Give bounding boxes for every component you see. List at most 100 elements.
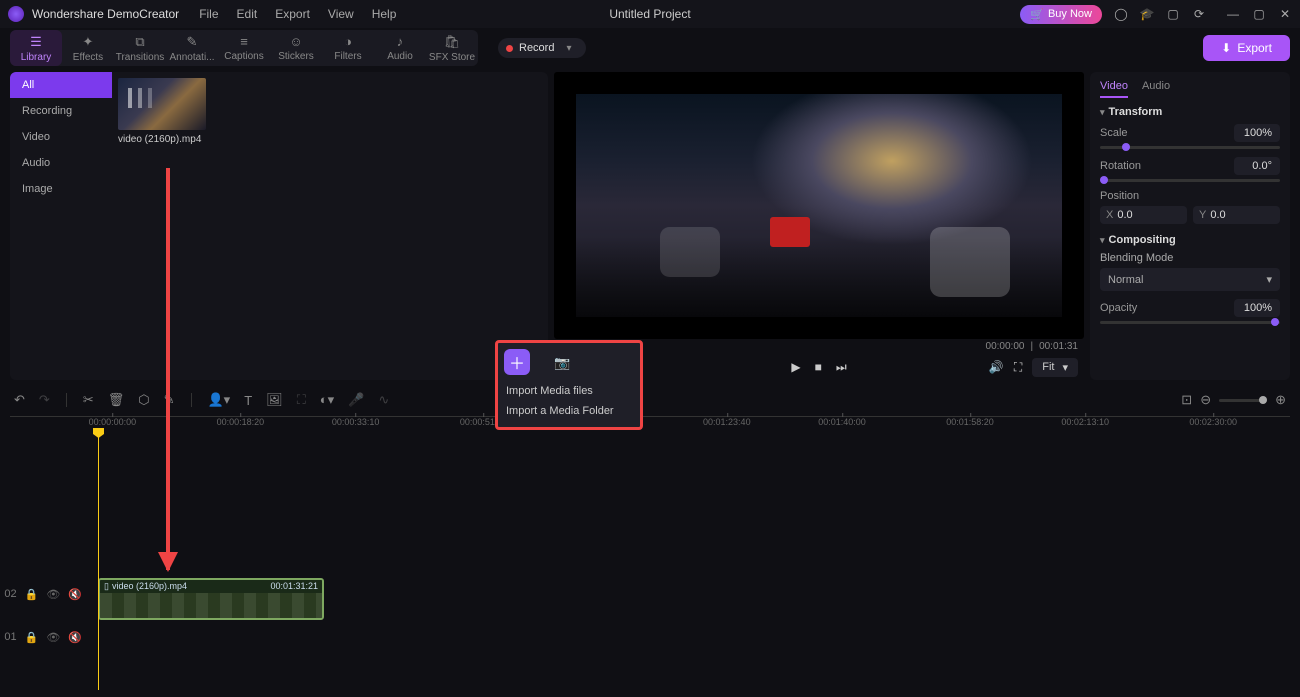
tab-label: SFX Store [429,52,475,63]
scale-value[interactable]: 100% [1234,124,1280,142]
position-x-input[interactable]: X0.0 [1100,206,1187,224]
audio-icon: ♪ [397,34,404,49]
record-button[interactable]: Record ▾ [498,38,586,58]
tab-effects[interactable]: ✦Effects [62,30,114,66]
tab-captions[interactable]: ≡Captions [218,30,270,66]
prop-tab-video[interactable]: Video [1100,80,1128,98]
next-frame-button[interactable]: ⏭ [836,360,847,375]
mute-icon[interactable]: 🔇 [68,631,82,644]
media-thumbnail[interactable]: video (2160p).mp4 [118,78,206,145]
timeline-clip[interactable]: ▯ video (2160p).mp4 00:01:31:21 [98,578,324,620]
zoom-out-button[interactable]: ⊖ [1200,392,1211,408]
export-button[interactable]: ⬇ Export [1203,35,1290,61]
delete-button[interactable]: 🗑 [108,392,125,408]
menu-help[interactable]: Help [372,7,397,21]
chevron-down-icon: ▾ [566,43,571,54]
import-folder-option[interactable]: Import a Media Folder [504,401,634,421]
category-recording[interactable]: Recording [10,98,112,124]
timeline-toolbar: ↶ ↷ ✂ 🗑 ⬡ ✎ 👤▾ T 🖼 ⛶ ◐▾ 🎤 ∿ ⊡ ⊖ ⊕ [0,386,1300,414]
close-icon[interactable]: ✕ [1278,7,1292,21]
properties-panel: Video Audio Transform Scale100% Rotation… [1090,72,1290,380]
maximize-icon[interactable]: ▢ [1252,7,1266,21]
audio-edit-button[interactable]: ∿ [378,392,389,408]
menu-edit[interactable]: Edit [237,7,258,21]
clip-name: video (2160p).mp4 [112,581,271,592]
camera-icon[interactable]: 📷 [554,355,570,371]
fullscreen-icon[interactable]: ⛶ [1014,360,1022,375]
tab-label: Annotati... [169,52,214,63]
lock-icon[interactable]: 🔒 [25,588,39,601]
clip-icon: ▯ [104,581,109,592]
zoom-slider[interactable] [1219,399,1267,402]
voice-button[interactable]: 🎤 [348,392,364,408]
tab-label: Effects [73,52,103,63]
compositing-header[interactable]: Compositing [1100,234,1280,246]
play-button[interactable]: ▶ [791,360,800,374]
education-icon[interactable]: 🎓 [1140,7,1154,21]
blend-select[interactable]: Normal ▾ [1100,268,1280,291]
clip-end: 00:01:31:21 [270,581,318,592]
split-button[interactable]: ✂ [83,392,94,408]
track-lane[interactable] [94,621,1290,653]
volume-icon[interactable]: 🔊 [989,360,1004,374]
zoom-in-button[interactable]: ⊕ [1275,392,1286,408]
mute-icon[interactable]: 🔇 [68,588,82,601]
menu-file[interactable]: File [199,7,218,21]
minimize-icon[interactable]: — [1226,7,1240,21]
playhead[interactable] [98,430,99,690]
category-video[interactable]: Video [10,124,112,150]
category-audio[interactable]: Audio [10,150,112,176]
scale-slider[interactable] [1100,146,1280,149]
menu-view[interactable]: View [328,7,354,21]
tab-annotations[interactable]: ✎Annotati... [166,30,218,66]
timeline-ruler[interactable]: 00:00:00:00 00:00:18:20 00:00:33:10 00:0… [10,416,1290,430]
thumbnail-image [118,78,206,130]
track-number: 02 [4,588,16,600]
crop-button[interactable]: ⛶ [297,392,306,408]
lock-icon[interactable]: 🔒 [25,631,39,644]
category-all[interactable]: All [10,72,112,98]
rotation-slider[interactable] [1100,179,1280,182]
preview-screen[interactable] [554,72,1084,339]
image-button[interactable]: 🖼 [266,392,283,408]
fit-dropdown[interactable]: Fit ▾ [1032,358,1078,377]
eye-icon[interactable]: 👁 [46,631,60,644]
tab-stickers[interactable]: ☺Stickers [270,30,322,66]
inbox-icon[interactable]: ▢ [1166,7,1180,21]
position-y-input[interactable]: Y0.0 [1193,206,1280,224]
tab-label: Captions [224,51,263,62]
ruler-tick: 00:02:13:10 [1061,417,1109,427]
tab-transitions[interactable]: ⧉Transitions [114,30,166,66]
rotation-value[interactable]: 0.0° [1234,157,1280,175]
tab-audio[interactable]: ♪Audio [374,30,426,66]
buy-now-button[interactable]: 🛒 Buy Now [1020,5,1102,24]
prop-tab-audio[interactable]: Audio [1142,80,1170,98]
tab-filters[interactable]: ◑Filters [322,30,374,66]
prop-tabs: Video Audio [1100,80,1280,98]
add-media-button[interactable]: ＋ [504,349,530,375]
text-button[interactable]: T [244,393,252,408]
preview-video-frame [576,94,1062,317]
import-files-option[interactable]: Import Media files [504,381,634,401]
menu-export[interactable]: Export [275,7,310,21]
sync-icon[interactable]: ⟳ [1192,7,1206,21]
redo-button[interactable]: ↷ [39,392,50,408]
opacity-slider[interactable] [1100,321,1280,324]
eye-icon[interactable]: 👁 [46,588,60,601]
user-icon[interactable]: ◯ [1114,7,1128,21]
rotation-label: Rotation [1100,160,1141,172]
transform-header[interactable]: Transform [1100,106,1280,118]
speed-button[interactable]: ◐▾ [320,392,334,408]
record-dot-icon [506,45,513,52]
person-button[interactable]: 👤▾ [208,392,231,408]
tab-library[interactable]: ☰Library [10,30,62,66]
marker-button[interactable]: ⬡ [138,392,149,408]
undo-button[interactable]: ↶ [14,392,25,408]
tab-sfx[interactable]: 🛍SFX Store [426,30,478,66]
opacity-value[interactable]: 100% [1234,299,1280,317]
stop-button[interactable]: ■ [815,360,822,374]
blend-value: Normal [1108,274,1143,286]
track-lane[interactable]: ▯ video (2160p).mp4 00:01:31:21 [94,578,1290,610]
category-image[interactable]: Image [10,176,112,202]
fit-timeline-button[interactable]: ⊡ [1181,392,1192,408]
